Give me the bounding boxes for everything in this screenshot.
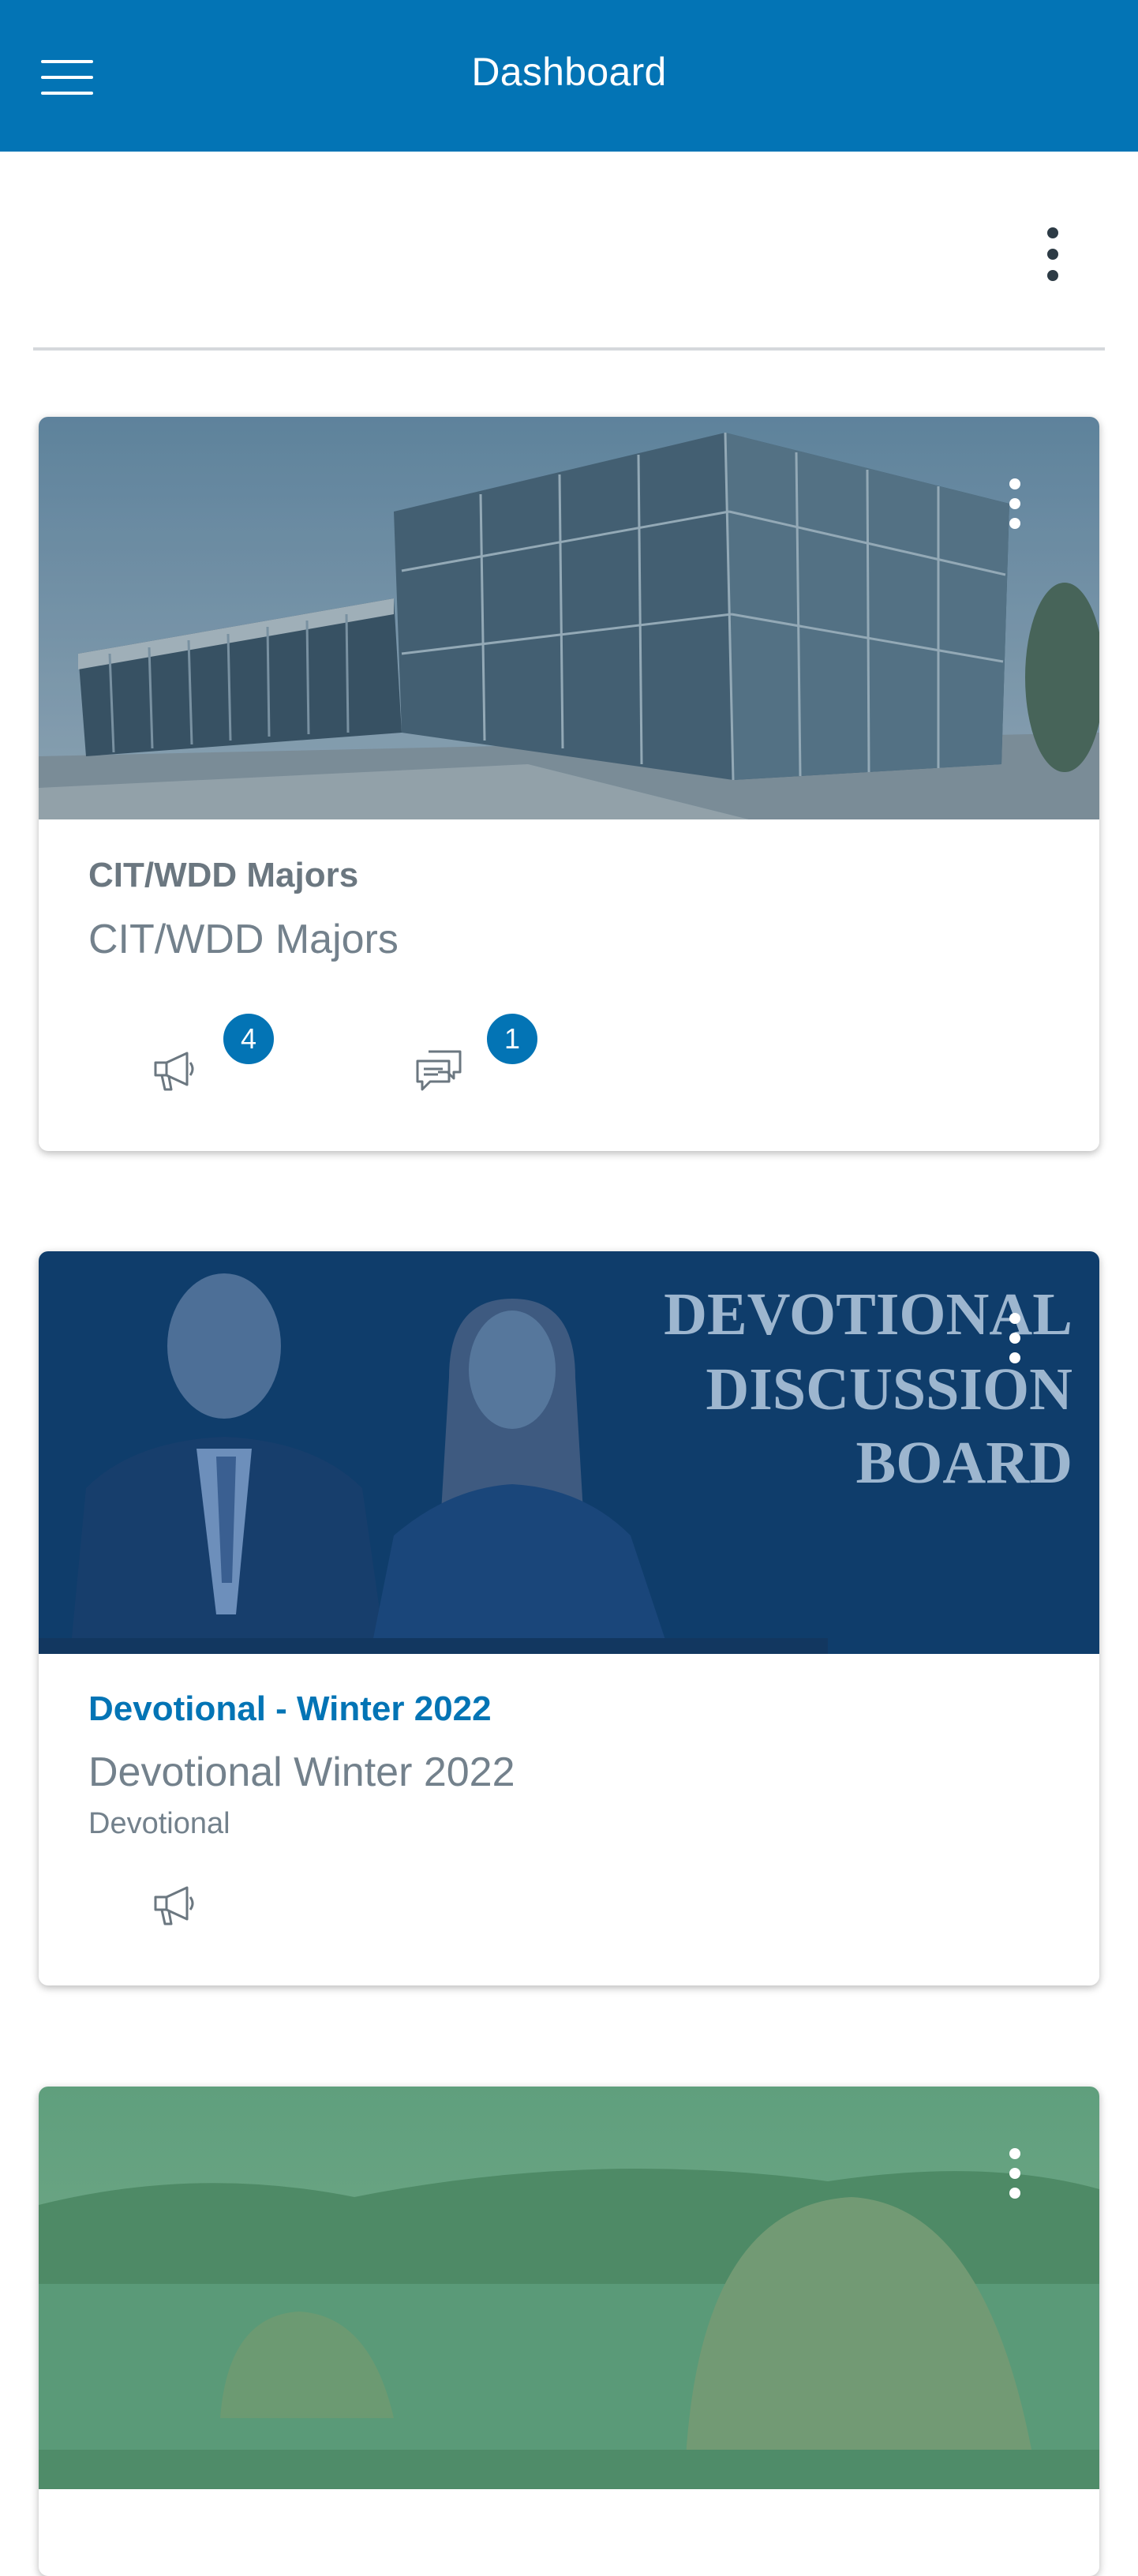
course-name: CIT/WDD Majors: [88, 917, 399, 962]
divider: [33, 347, 1105, 351]
discussion-icon: [416, 1050, 462, 1091]
discussions-badge: 1: [484, 1011, 541, 1067]
course-card[interactable]: [39, 2087, 1099, 2576]
course-image[interactable]: [39, 2087, 1099, 2489]
discussions-button[interactable]: 1: [403, 1011, 541, 1104]
course-options-kebab-icon[interactable]: [1003, 472, 1027, 535]
course-image[interactable]: DEVOTIONAL DISCUSSION BOARD: [39, 1251, 1099, 1654]
course-card[interactable]: CIT/WDD Majors CIT/WDD Majors 4 1: [39, 417, 1099, 1151]
course-title[interactable]: Devotional - Winter 2022: [88, 1689, 492, 1729]
course-title[interactable]: CIT/WDD Majors: [88, 856, 358, 895]
announcement-icon: [154, 1052, 194, 1091]
page-title: Dashboard: [471, 50, 667, 94]
course-term: Devotional: [88, 1807, 230, 1840]
announcements-badge: 4: [220, 1011, 277, 1067]
image-text-line: BOARD: [856, 1430, 1072, 1496]
dashboard-options-kebab-icon[interactable]: [1039, 221, 1067, 284]
app-header: Dashboard: [0, 0, 1138, 152]
announcements-button[interactable]: 4: [140, 1011, 277, 1104]
course-card[interactable]: DEVOTIONAL DISCUSSION BOARD Devotional -…: [39, 1251, 1099, 1985]
announcements-button[interactable]: [140, 1867, 211, 1938]
course-options-kebab-icon[interactable]: [1003, 1307, 1027, 1370]
announcement-icon: [154, 1886, 194, 1925]
course-image[interactable]: [39, 417, 1099, 819]
course-options-kebab-icon[interactable]: [1003, 2142, 1027, 2205]
course-name: Devotional Winter 2022: [88, 1749, 515, 1795]
